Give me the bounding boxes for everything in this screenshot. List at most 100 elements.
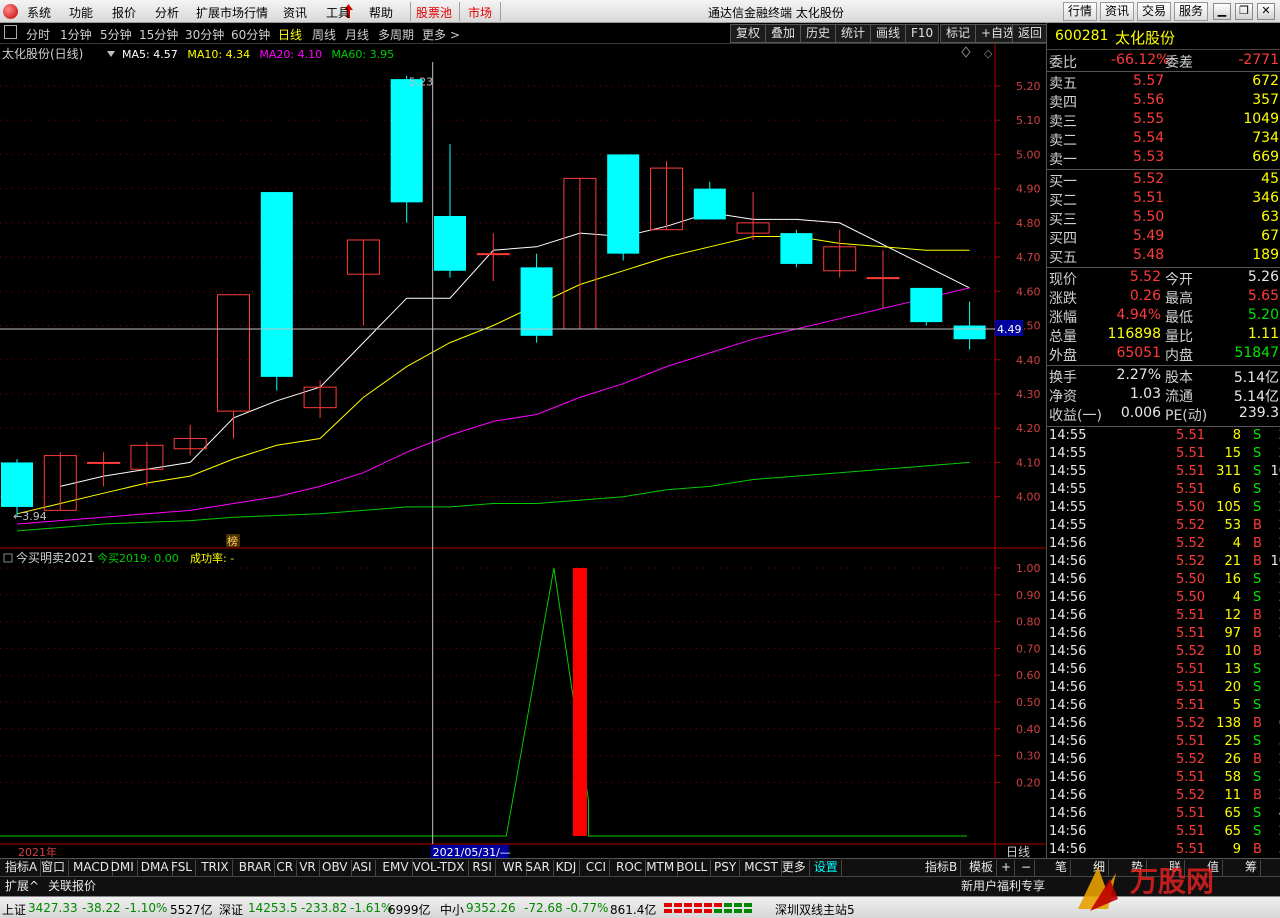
- menu-stock-pool[interactable]: 股票池: [416, 4, 452, 21]
- draw-button[interactable]: 画线: [870, 24, 907, 43]
- indicator-right-button-2[interactable]: +: [998, 860, 1016, 876]
- close-icon[interactable]: ✕: [1257, 3, 1275, 20]
- bid-row[interactable]: 买二 5.51 346: [1047, 189, 1280, 209]
- quote-tab-2[interactable]: 势: [1128, 860, 1148, 876]
- period-more[interactable]: 更多 >: [422, 26, 460, 43]
- new-user-promo-link[interactable]: 新用户福利专享: [958, 879, 1048, 895]
- service-button[interactable]: 服务: [1174, 2, 1209, 21]
- bid-row[interactable]: 买一 5.52 45: [1047, 170, 1280, 190]
- indicator-tab-vr[interactable]: VR: [296, 860, 320, 876]
- zx-index-name[interactable]: 中小: [440, 901, 464, 918]
- ask-row[interactable]: 卖二 5.54 734: [1047, 129, 1280, 149]
- indicator-tab-更多[interactable]: 更多: [779, 860, 810, 876]
- f10-button[interactable]: F10: [905, 24, 940, 43]
- ask-row[interactable]: 卖四 5.56 357: [1047, 91, 1280, 111]
- indicator-right-button-3[interactable]: −: [1018, 860, 1036, 876]
- minimize-icon[interactable]: ▁: [1213, 3, 1231, 20]
- menu-market[interactable]: 市场: [468, 4, 492, 21]
- x-period-label: 日线: [1006, 845, 1030, 858]
- stock-code[interactable]: 600281: [1055, 28, 1108, 44]
- menu-analysis[interactable]: 分析: [155, 4, 179, 21]
- period-weekly[interactable]: 周线: [312, 26, 336, 43]
- trade-button[interactable]: 交易: [1137, 2, 1172, 21]
- menu-function[interactable]: 功能: [69, 4, 93, 21]
- mark-button[interactable]: 标记: [940, 24, 977, 43]
- period-intraday[interactable]: 分时: [26, 26, 50, 43]
- indicator-tab-cci[interactable]: CCI: [583, 860, 611, 876]
- indicator-tab-sar[interactable]: SAR: [522, 860, 554, 876]
- menu-help[interactable]: 帮助: [369, 4, 393, 21]
- quote-tab-4[interactable]: 值: [1204, 860, 1224, 876]
- menu-quote[interactable]: 报价: [112, 4, 136, 21]
- restore-icon[interactable]: ❐: [1235, 3, 1253, 20]
- market-button[interactable]: 行情: [1063, 2, 1098, 21]
- indicator-tab-brar[interactable]: BRAR: [236, 860, 276, 876]
- bid-row[interactable]: 买四 5.49 67: [1047, 227, 1280, 247]
- app-logo-icon[interactable]: [3, 4, 18, 19]
- tick-row: 14:565.524B2: [1047, 535, 1280, 553]
- period-15min[interactable]: 15分钟: [139, 26, 178, 43]
- indicator-right-button-1[interactable]: 模板: [966, 860, 998, 876]
- sz-index-name[interactable]: 深证: [219, 901, 243, 918]
- indicator-tab-boll[interactable]: BOLL: [673, 860, 712, 876]
- related-quote-button[interactable]: 关联报价: [45, 879, 99, 895]
- quote-tab-5[interactable]: 筹: [1242, 860, 1262, 876]
- adjust-button[interactable]: 复权: [730, 24, 767, 43]
- indicator-a-button[interactable]: 指标A: [2, 860, 42, 876]
- indicator-tab-fsl[interactable]: FSL: [168, 860, 196, 876]
- server-name[interactable]: 深圳双线主站5: [775, 901, 855, 918]
- panel-toggle-icon[interactable]: [4, 25, 17, 39]
- ask-row[interactable]: 卖五 5.57 672: [1047, 72, 1280, 92]
- period-5min[interactable]: 5分钟: [100, 26, 132, 43]
- ask-row[interactable]: 卖三 5.55 1049: [1047, 110, 1280, 130]
- chart-area[interactable]: 5.205.105.004.904.804.704.604.504.404.30…: [0, 44, 1046, 858]
- indicator-tab-cr[interactable]: CR: [273, 860, 298, 876]
- stat-row: 涨幅 4.94% 最低 5.20: [1047, 306, 1280, 326]
- indicator-tab-rsi[interactable]: RSI: [469, 860, 496, 876]
- quote-tab-3[interactable]: 联: [1166, 860, 1186, 876]
- back-button[interactable]: 返回: [1012, 24, 1049, 43]
- period-daily[interactable]: 日线: [278, 26, 302, 43]
- quote-tab-0[interactable]: 笔: [1052, 860, 1072, 876]
- fund-value: 5.14亿: [1233, 370, 1279, 386]
- indicator-tab-emv[interactable]: EMV: [379, 860, 413, 876]
- period-multi[interactable]: 多周期: [378, 26, 414, 43]
- stats-button[interactable]: 统计: [835, 24, 872, 43]
- stat-label: 今开: [1165, 272, 1193, 288]
- indicator-tab-psy[interactable]: PSY: [711, 860, 741, 876]
- period-1min[interactable]: 1分钟: [60, 26, 92, 43]
- tick-count: 10: [1270, 554, 1280, 569]
- period-60min[interactable]: 60分钟: [231, 26, 270, 43]
- overlay-button[interactable]: 叠加: [765, 24, 802, 43]
- period-monthly[interactable]: 月线: [345, 26, 369, 43]
- menu-system[interactable]: 系统: [27, 4, 51, 21]
- indicator-tab-kdj[interactable]: KDJ: [553, 860, 581, 876]
- menu-tools[interactable]: 工具: [326, 4, 350, 21]
- news-button[interactable]: 资讯: [1100, 2, 1135, 21]
- period-30min[interactable]: 30分钟: [185, 26, 224, 43]
- menu-ext-market[interactable]: 扩展市场行情: [196, 4, 268, 21]
- indicator-tab-asi[interactable]: ASI: [349, 860, 376, 876]
- indicator-tab-dmi[interactable]: DMI: [108, 860, 138, 876]
- ext-toggle-button[interactable]: 扩展^: [2, 879, 42, 895]
- indicator-tab-obv[interactable]: OBV: [319, 860, 352, 876]
- indicator-tab-mcst[interactable]: MCST: [741, 860, 782, 876]
- bid-row[interactable]: 买五 5.48 189: [1047, 246, 1280, 266]
- menu-news[interactable]: 资讯: [283, 4, 307, 21]
- stock-name[interactable]: 太化股份: [1115, 27, 1175, 48]
- indicator-tab-roc[interactable]: ROC: [613, 860, 647, 876]
- indicator-tab-设置[interactable]: 设置: [811, 860, 842, 876]
- sh-index-name[interactable]: 上证: [2, 901, 26, 918]
- history-button[interactable]: 历史: [800, 24, 837, 43]
- indicator-tab-窗口[interactable]: 窗口: [38, 860, 70, 876]
- ask-row[interactable]: 卖一 5.53 669: [1047, 148, 1280, 168]
- ask-label: 卖二: [1049, 133, 1077, 149]
- indicator-tab-trix[interactable]: TRIX: [198, 860, 233, 876]
- bid-row[interactable]: 买三 5.50 63: [1047, 208, 1280, 228]
- indicator-tab-vol-tdx[interactable]: VOL-TDX: [410, 860, 469, 876]
- indicator-right-button-0[interactable]: 指标B: [922, 860, 962, 876]
- indicator-tab-macd[interactable]: MACD: [70, 860, 113, 876]
- quote-tab-1[interactable]: 细: [1090, 860, 1110, 876]
- crosshair-price-label: 4.49: [997, 323, 1022, 336]
- tick-row: 14:565.5125S3: [1047, 733, 1280, 751]
